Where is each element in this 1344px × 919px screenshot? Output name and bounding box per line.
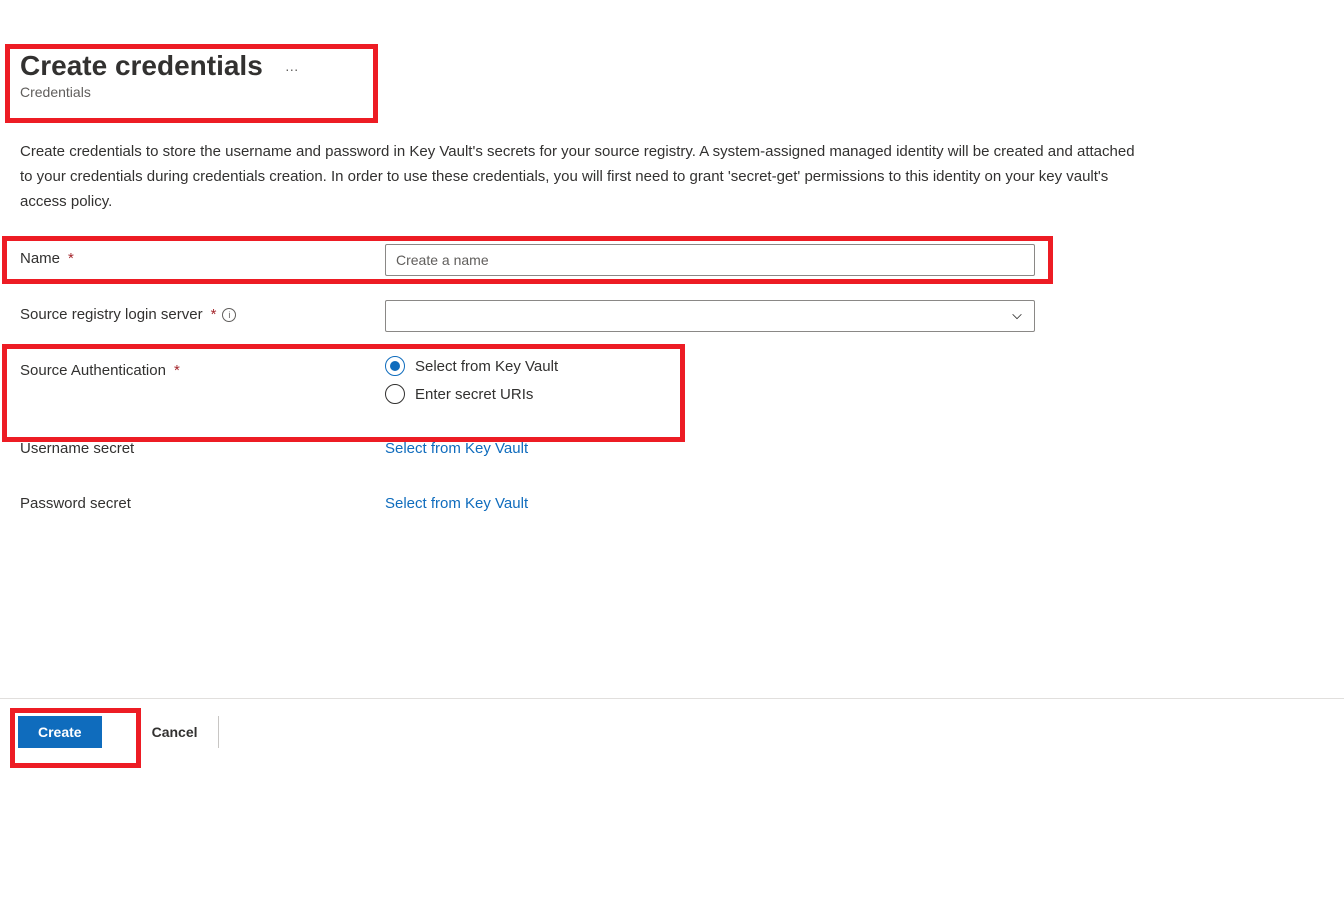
- source-auth-label: Source Authentication*: [20, 356, 385, 379]
- password-secret-label: Password secret: [20, 489, 385, 512]
- name-input[interactable]: [385, 244, 1035, 276]
- username-secret-link[interactable]: Select from Key Vault: [385, 434, 528, 457]
- create-button[interactable]: Create: [18, 716, 102, 748]
- info-icon[interactable]: i: [222, 308, 236, 322]
- required-indicator: *: [68, 250, 74, 267]
- footer-divider: [0, 698, 1344, 699]
- radio-selected-icon: [385, 356, 405, 376]
- more-menu-button[interactable]: …: [281, 54, 304, 78]
- login-server-select[interactable]: [385, 300, 1035, 332]
- name-label: Name*: [20, 244, 385, 267]
- description-text: Create credentials to store the username…: [0, 100, 1344, 244]
- auth-option-label: Select from Key Vault: [415, 358, 558, 375]
- auth-option-keyvault[interactable]: Select from Key Vault: [385, 356, 1035, 376]
- radio-unselected-icon: [385, 384, 405, 404]
- cancel-button[interactable]: Cancel: [132, 716, 219, 748]
- username-secret-label: Username secret: [20, 434, 385, 457]
- page-subtitle: Credentials: [20, 84, 1344, 100]
- password-secret-link[interactable]: Select from Key Vault: [385, 489, 528, 512]
- login-server-label: Source registry login server* i: [20, 300, 385, 323]
- auth-option-uris[interactable]: Enter secret URIs: [385, 384, 1035, 404]
- page-title: Create credentials: [20, 50, 263, 82]
- auth-option-label: Enter secret URIs: [415, 386, 533, 403]
- required-indicator: *: [211, 306, 217, 323]
- required-indicator: *: [174, 362, 180, 379]
- chevron-down-icon: [1010, 309, 1024, 323]
